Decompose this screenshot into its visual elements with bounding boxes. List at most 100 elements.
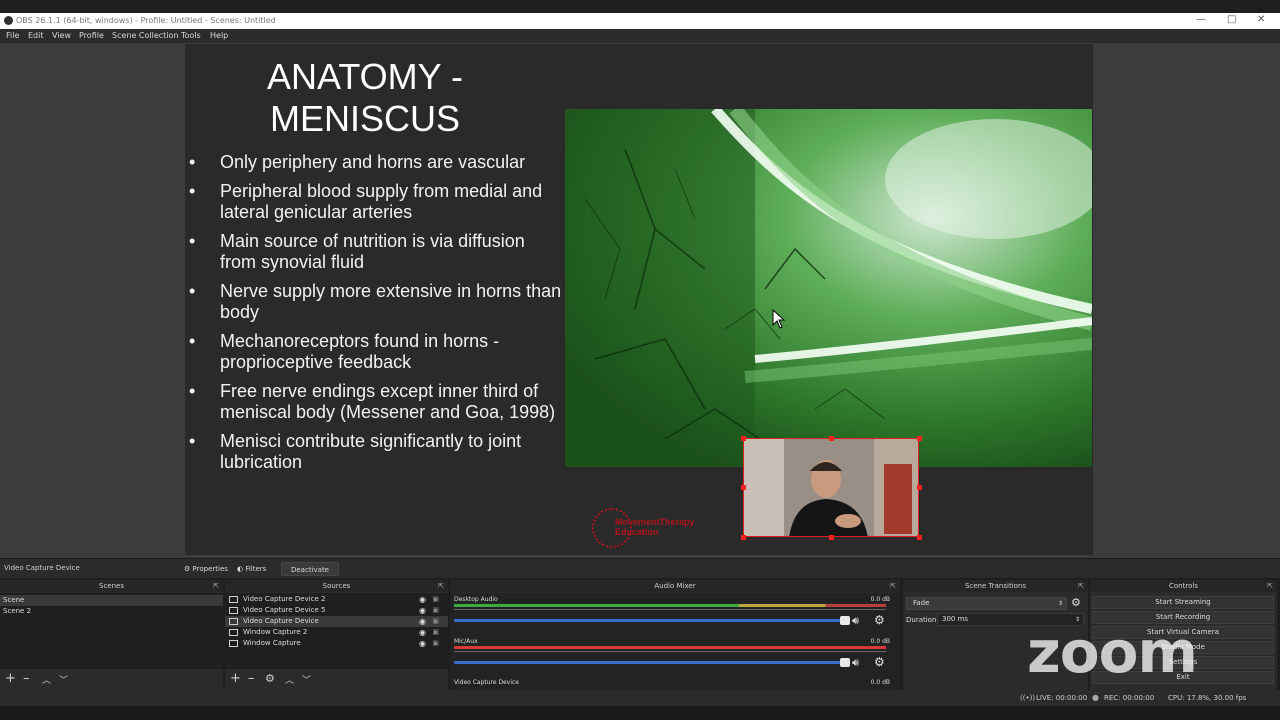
slide-bullet-list: • Only periphery and horns are vascular •…: [185, 152, 565, 481]
gear-icon[interactable]: ⚙: [874, 655, 885, 669]
slider-knob[interactable]: [840, 616, 850, 625]
source-item[interactable]: Video Capture Device 2 ◉ ▣: [225, 594, 448, 605]
resize-handle-bottom-left[interactable]: [741, 535, 746, 540]
source-item[interactable]: Video Capture Device 5 ◉ ▣: [225, 605, 448, 616]
menu-tools[interactable]: Tools: [181, 31, 201, 40]
resize-handle-left[interactable]: [741, 485, 746, 490]
remove-source-button[interactable]: –: [248, 672, 255, 686]
source-item[interactable]: Window Capture 2 ◉ ▣: [225, 627, 448, 638]
move-up-icon[interactable]: ︿: [42, 674, 51, 688]
preview-canvas[interactable]: ANATOMY - MENISCUS • Only periphery and h…: [185, 44, 1093, 555]
slide-title: ANATOMY - MENISCUS: [185, 56, 545, 140]
resize-handle-bottom-right[interactable]: [917, 535, 922, 540]
visibility-eye-icon[interactable]: ◉: [419, 594, 426, 605]
source-label: Window Capture 2: [243, 628, 308, 636]
resize-handle-top[interactable]: [829, 436, 834, 441]
broadcast-icon: ((•)): [1020, 694, 1036, 702]
slider-knob[interactable]: [840, 658, 850, 667]
audio-mixer-dock: Audio Mixer ⇱ Desktop Audio 0.0 dB 🔊︎ ⚙ M…: [450, 580, 900, 690]
gear-icon[interactable]: ⚙: [265, 672, 275, 686]
speaker-icon[interactable]: 🔊︎: [852, 614, 859, 628]
gear-icon[interactable]: ⚙: [874, 613, 885, 627]
source-item[interactable]: Video Capture Device ◉ ▣: [225, 616, 448, 627]
audio-mixer-title: Audio Mixer: [654, 582, 696, 590]
add-scene-button[interactable]: +: [5, 672, 16, 686]
bullet-dot: •: [189, 181, 196, 201]
visibility-eye-icon[interactable]: ◉: [419, 627, 426, 638]
properties-button[interactable]: ⚙ Properties: [178, 562, 234, 576]
source-label: Video Capture Device: [243, 617, 319, 625]
bottom-edge: [0, 706, 1280, 720]
lock-icon[interactable]: ▣: [432, 594, 439, 605]
menu-profile[interactable]: Profile: [79, 31, 104, 40]
undock-icon[interactable]: ⇱: [890, 580, 896, 592]
add-source-button[interactable]: +: [230, 672, 241, 686]
maximize-button[interactable]: □: [1227, 14, 1236, 25]
menu-help[interactable]: Help: [210, 31, 228, 40]
gear-icon[interactable]: ⚙: [1071, 596, 1081, 609]
rec-timer: REC: 00:00:00: [1104, 694, 1155, 702]
transition-select[interactable]: Fade ⇕: [906, 597, 1067, 610]
camera-icon: [229, 618, 238, 625]
sources-dock: Sources ⇱ Video Capture Device 2 ◉ ▣ Video …: [225, 580, 448, 690]
lock-icon[interactable]: ▣: [432, 627, 439, 638]
undock-icon[interactable]: ⇱: [1078, 580, 1084, 592]
source-label: Window Capture: [243, 639, 301, 647]
remove-scene-button[interactable]: –: [23, 672, 30, 686]
visibility-eye-icon[interactable]: ◉: [419, 616, 426, 627]
webcam-source-overlay[interactable]: [743, 438, 919, 537]
lock-icon[interactable]: ▣: [432, 616, 439, 627]
scenes-dock-title: Scenes ⇱: [0, 580, 223, 592]
bullet-text: Nerve supply more extensive in horns tha…: [220, 281, 562, 322]
undock-icon[interactable]: ⇱: [1267, 580, 1273, 592]
filters-button[interactable]: ◐ Filters: [231, 562, 272, 576]
minimize-button[interactable]: —: [1196, 14, 1206, 25]
bullet-dot: •: [189, 331, 196, 351]
lock-icon[interactable]: ▣: [432, 638, 439, 649]
channel-name: Mic/Aux: [454, 638, 478, 645]
lock-icon[interactable]: ▣: [432, 605, 439, 616]
meter-scale: [454, 609, 886, 614]
resize-handle-right[interactable]: [917, 485, 922, 490]
bullet-text: Menisci contribute significantly to join…: [220, 431, 522, 472]
visibility-eye-icon[interactable]: ◉: [419, 605, 426, 616]
transitions-title-bar: Scene Transitions ⇱: [903, 580, 1088, 592]
window-title: OBS 26.1.1 (64-bit, windows) - Profile: …: [16, 16, 276, 25]
start-streaming-button[interactable]: Start Streaming: [1092, 596, 1274, 609]
channel-db: 0.0 dB: [870, 679, 890, 686]
slide-bullet: • Peripheral blood supply from medial and…: [185, 181, 565, 223]
resize-handle-bottom[interactable]: [829, 535, 834, 540]
live-timer: LIVE: 00:00:00: [1036, 694, 1088, 702]
controls-title: Controls: [1169, 582, 1198, 590]
menu-edit[interactable]: Edit: [28, 31, 44, 40]
move-down-icon[interactable]: ﹀: [302, 674, 311, 688]
deactivate-button[interactable]: Deactivate: [281, 562, 339, 576]
move-down-icon[interactable]: ﹀: [59, 674, 68, 688]
audio-mixer-body: Desktop Audio 0.0 dB 🔊︎ ⚙ Mic/Aux 0.0 dB…: [450, 593, 900, 690]
scene-item[interactable]: Scene: [0, 595, 223, 606]
volume-slider[interactable]: [454, 616, 850, 625]
resize-handle-top-left[interactable]: [741, 436, 746, 441]
close-button[interactable]: ✕: [1257, 14, 1265, 25]
menu-view[interactable]: View: [52, 31, 71, 40]
move-up-icon[interactable]: ︿: [285, 674, 294, 688]
resize-handle-top-right[interactable]: [917, 436, 922, 441]
undock-icon[interactable]: ⇱: [438, 580, 444, 592]
camera-icon: [229, 607, 238, 614]
source-toolbar: Video Capture Device ⚙ Properties ◐ Filt…: [0, 558, 1280, 578]
scene-item[interactable]: Scene 2: [0, 606, 223, 617]
bullet-dot: •: [189, 431, 196, 451]
slide-title-line-2: MENISCUS: [269, 98, 461, 139]
controls-title-bar: Controls ⇱: [1090, 580, 1277, 592]
menu-scene-collection[interactable]: Scene Collection: [112, 31, 179, 40]
menu-file[interactable]: File: [6, 31, 19, 40]
volume-slider[interactable]: [454, 658, 850, 667]
undock-icon[interactable]: ⇱: [213, 580, 219, 592]
visibility-eye-icon[interactable]: ◉: [419, 638, 426, 649]
slide-bullet: • Mechanoreceptors found in horns - propr…: [185, 331, 565, 373]
scenes-dock: Scenes ⇱ Scene Scene 2 + – ︿ ﹀: [0, 580, 223, 690]
bullet-text: Mechanoreceptors found in horns - propri…: [220, 331, 500, 372]
source-item[interactable]: Window Capture ◉ ▣: [225, 638, 448, 649]
selected-source-label: Video Capture Device: [4, 564, 80, 572]
speaker-icon[interactable]: 🔊︎: [852, 656, 859, 670]
